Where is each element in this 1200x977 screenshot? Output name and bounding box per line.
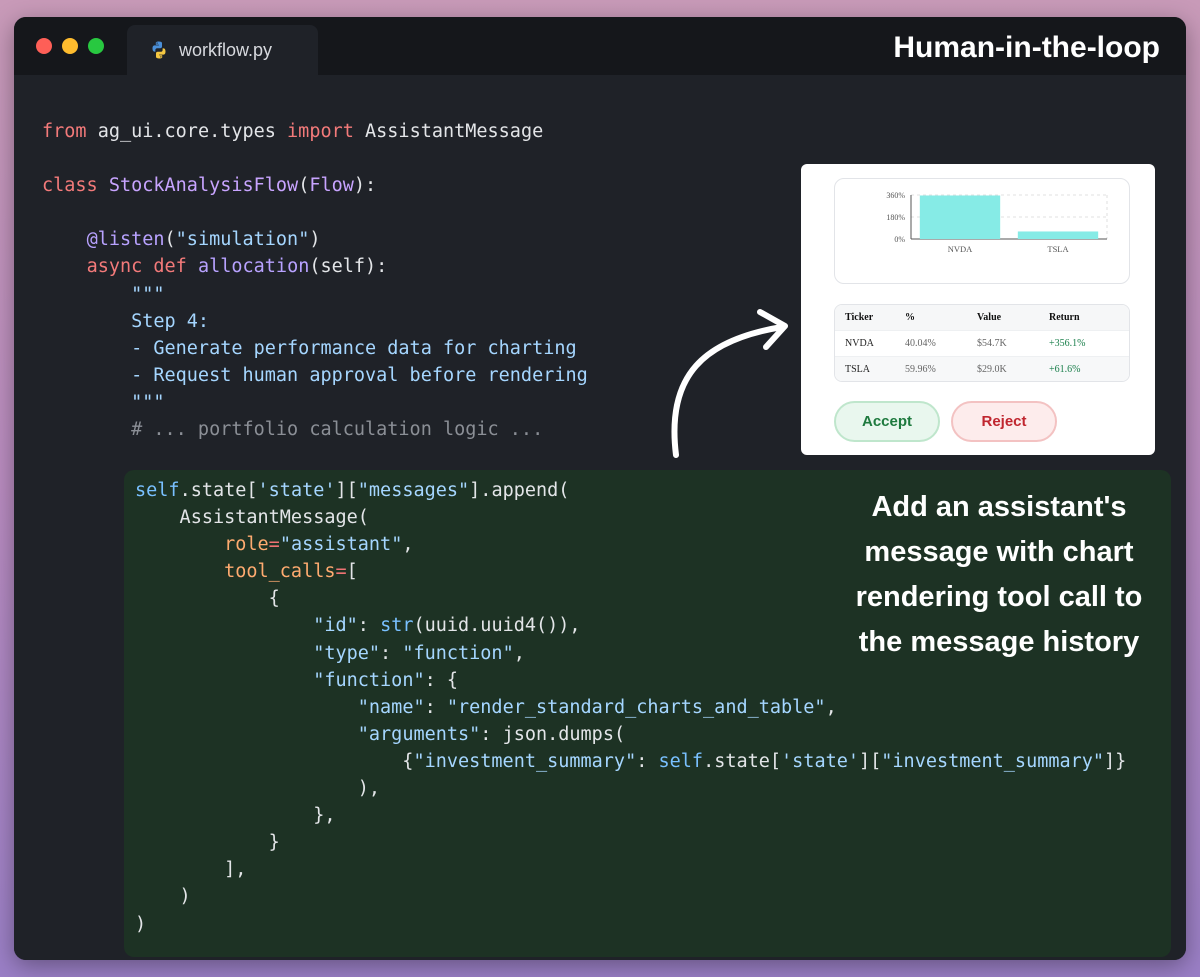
x-tick-label: TSLA (1047, 244, 1069, 254)
editor-window: workflow.py Human-in-the-loop from ag_ui… (14, 17, 1186, 960)
cell-ticker: TSLA (845, 364, 870, 375)
python-icon (152, 41, 166, 59)
close-window-button[interactable] (36, 38, 52, 54)
cell-return: +356.1% (1049, 338, 1086, 349)
file-tab[interactable]: workflow.py (127, 25, 318, 75)
cell-ticker: NVDA (845, 338, 874, 349)
page-title: Human-in-the-loop (893, 31, 1160, 64)
code-editor[interactable]: from ag_ui.core.types import AssistantMe… (14, 75, 1186, 960)
title-bar: workflow.py Human-in-the-loop (14, 17, 1186, 75)
cell-value: $54.7K (977, 338, 1007, 349)
table-header: Ticker % Value Return (835, 305, 1129, 330)
cell-return: +61.6% (1049, 364, 1081, 375)
cell-percent: 59.96% (905, 364, 936, 375)
cell-percent: 40.04% (905, 338, 936, 349)
col-ticker: Ticker (845, 312, 874, 323)
preview-card: 360% 180% 0% NVDA TSLA Ticker % Value Return… (801, 164, 1155, 455)
col-return: Return (1049, 312, 1080, 323)
col-percent: % (905, 312, 915, 323)
y-tick-label: 360% (886, 191, 905, 200)
col-value: Value (977, 312, 1002, 323)
bar-chart: 360% 180% 0% NVDA TSLA (886, 191, 1108, 254)
reject-button[interactable]: Reject (951, 401, 1057, 442)
y-tick-label: 180% (886, 213, 905, 222)
maximize-window-button[interactable] (88, 38, 104, 54)
chart-panel: 360% 180% 0% NVDA TSLA (834, 178, 1130, 284)
accept-button[interactable]: Accept (834, 401, 940, 442)
bar (919, 195, 1001, 239)
bar (1017, 231, 1099, 239)
file-tab-label: workflow.py (179, 39, 273, 60)
table-row: NVDA 40.04% $54.7K +356.1% (835, 330, 1129, 356)
x-tick-label: NVDA (948, 244, 973, 254)
minimize-window-button[interactable] (62, 38, 78, 54)
cell-value: $29.0K (977, 364, 1007, 375)
table-row: TSLA 59.96% $29.0K +61.6% (835, 356, 1129, 381)
y-tick-label: 0% (894, 235, 905, 244)
allocation-table: Ticker % Value Return NVDA 40.04% $54.7K… (834, 304, 1130, 382)
